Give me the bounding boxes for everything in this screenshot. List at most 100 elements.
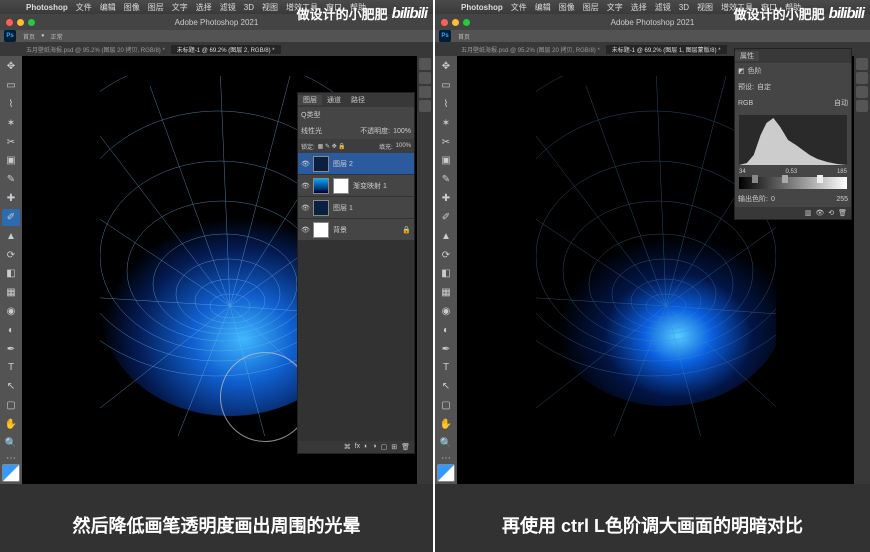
layer-item-gradmap[interactable]: 👁 渐变映射 1 xyxy=(298,175,414,197)
tab-properties[interactable]: 属性 xyxy=(735,51,759,61)
preset-value[interactable]: 自定 xyxy=(757,82,771,92)
view-icon[interactable]: 👁 xyxy=(815,209,824,217)
color-panel-icon[interactable] xyxy=(856,58,868,70)
ps-home-icon[interactable]: Ps xyxy=(439,30,451,42)
swatches-panel-icon[interactable] xyxy=(856,72,868,84)
eyedropper-tool[interactable]: ✎ xyxy=(437,171,455,189)
lasso-tool[interactable]: ⌇ xyxy=(2,96,20,114)
menu-select[interactable]: 选择 xyxy=(631,2,647,13)
gradient-tool[interactable]: ▦ xyxy=(2,284,20,302)
menu-type[interactable]: 文字 xyxy=(607,2,623,13)
adjustments-panel-icon[interactable] xyxy=(419,86,431,98)
new-layer-icon[interactable]: ⊞ xyxy=(391,443,397,451)
close-button[interactable] xyxy=(441,19,448,26)
eraser-tool[interactable]: ◧ xyxy=(437,265,455,283)
menu-select[interactable]: 选择 xyxy=(196,2,212,13)
link-icon[interactable]: ⌘ xyxy=(344,443,351,451)
brush-tool[interactable]: ✐ xyxy=(437,209,455,227)
move-tool[interactable]: ✥ xyxy=(437,58,455,76)
channel-select[interactable]: RGB xyxy=(738,100,753,107)
tab-channels[interactable]: 通道 xyxy=(322,95,346,105)
tab-paths[interactable]: 路径 xyxy=(346,95,370,105)
stamp-tool[interactable]: ▲ xyxy=(437,227,455,245)
menu-file[interactable]: 文件 xyxy=(76,2,92,13)
menu-filter[interactable]: 滤镜 xyxy=(220,2,236,13)
gradient-tool[interactable]: ▦ xyxy=(437,284,455,302)
properties-panel[interactable]: 属性 ◩ 色阶 预设: 自定 RGB 自动 34 0.53 185 xyxy=(734,48,852,220)
tab-layers[interactable]: 图层 xyxy=(298,95,322,105)
marquee-tool[interactable]: ▭ xyxy=(2,77,20,95)
menu-type[interactable]: 文字 xyxy=(172,2,188,13)
frame-tool[interactable]: ▣ xyxy=(437,152,455,170)
input-white[interactable]: 185 xyxy=(837,169,847,175)
fill-value[interactable]: 100% xyxy=(396,143,411,149)
blur-tool[interactable]: ◉ xyxy=(2,303,20,321)
blur-tool[interactable]: ◉ xyxy=(437,303,455,321)
visibility-icon[interactable]: 👁 xyxy=(301,226,309,234)
wand-tool[interactable]: ✶ xyxy=(437,114,455,132)
eraser-tool[interactable]: ◧ xyxy=(2,265,20,283)
visibility-icon[interactable]: 👁 xyxy=(301,160,309,168)
tab-1[interactable]: 五月壁纸海报.psd @ 95.2% (图层 20 拷贝, RGB/8) * xyxy=(455,45,606,54)
color-swatch[interactable] xyxy=(437,464,455,482)
color-panel-icon[interactable] xyxy=(419,58,431,70)
layers-panel-icon[interactable] xyxy=(419,100,431,112)
adjustments-panel-icon[interactable] xyxy=(856,86,868,98)
zoom-tool[interactable]: 🔍 xyxy=(437,434,455,452)
menu-filter[interactable]: 滤镜 xyxy=(655,2,671,13)
lasso-tool[interactable]: ⌇ xyxy=(437,96,455,114)
minimize-button[interactable] xyxy=(17,19,24,26)
type-tool[interactable]: T xyxy=(2,359,20,377)
input-slider[interactable] xyxy=(739,177,847,189)
brush-tool[interactable]: ✐ xyxy=(2,209,20,227)
visibility-icon[interactable]: 👁 xyxy=(301,182,309,190)
ps-home-icon[interactable]: Ps xyxy=(4,30,16,42)
menu-file[interactable]: 文件 xyxy=(511,2,527,13)
wand-tool[interactable]: ✶ xyxy=(2,114,20,132)
output-white[interactable]: 255 xyxy=(836,196,848,203)
shape-tool[interactable]: ▢ xyxy=(437,397,455,415)
pen-tool[interactable]: ✒ xyxy=(2,340,20,358)
group-icon[interactable]: ▢ xyxy=(381,443,388,451)
maximize-button[interactable] xyxy=(28,19,35,26)
gamma-handle[interactable] xyxy=(782,175,788,183)
marquee-tool[interactable]: ▭ xyxy=(437,77,455,95)
tab-2[interactable]: 未标题-1 @ 69.2% (图层 1, 图层蒙版/8) * xyxy=(606,45,727,54)
mask-icon[interactable]: ◐ xyxy=(364,443,368,451)
menu-image[interactable]: 图像 xyxy=(559,2,575,13)
layer-item-2[interactable]: 👁 图层 2 xyxy=(298,153,414,175)
pen-tool[interactable]: ✒ xyxy=(437,340,455,358)
path-tool[interactable]: ↖ xyxy=(2,378,20,396)
crop-tool[interactable]: ✂ xyxy=(437,133,455,151)
layers-panel[interactable]: 图层 通道 路径 Q类型 线性光 不透明度: 100% 锁定: ▦ ✎ ✥ 🔒 … xyxy=(297,92,415,454)
home-button[interactable]: 首页 xyxy=(458,32,470,41)
lock-icons[interactable]: ▦ ✎ ✥ 🔒 xyxy=(318,143,346,150)
reset-icon[interactable]: ⟲ xyxy=(828,209,834,217)
black-handle[interactable] xyxy=(752,175,758,183)
brush-icon[interactable]: ● xyxy=(41,33,45,39)
stamp-tool[interactable]: ▲ xyxy=(2,227,20,245)
input-black[interactable]: 34 xyxy=(739,169,746,175)
edit-toolbar[interactable]: ⋯ xyxy=(437,453,455,463)
home-button[interactable]: 首页 xyxy=(23,32,35,41)
color-swatch[interactable] xyxy=(2,464,20,482)
trash-icon[interactable]: 🗑 xyxy=(838,209,847,217)
tab-2[interactable]: 未标题-1 @ 69.2% (图层 2, RGB/8) * xyxy=(171,45,281,54)
menu-view[interactable]: 视图 xyxy=(262,2,278,13)
output-black[interactable]: 0 xyxy=(771,196,775,203)
layers-panel-icon[interactable] xyxy=(856,100,868,112)
menu-image[interactable]: 图像 xyxy=(124,2,140,13)
blend-mode[interactable]: 正常 xyxy=(51,32,63,41)
app-name[interactable]: Photoshop xyxy=(461,3,503,12)
history-brush-tool[interactable]: ⟳ xyxy=(437,246,455,264)
menu-layer[interactable]: 图层 xyxy=(583,2,599,13)
move-tool[interactable]: ✥ xyxy=(2,58,20,76)
visibility-icon[interactable]: 👁 xyxy=(301,204,309,212)
shape-tool[interactable]: ▢ xyxy=(2,397,20,415)
menu-edit[interactable]: 编辑 xyxy=(100,2,116,13)
blend-mode-select[interactable]: 线性光 xyxy=(301,126,322,136)
path-tool[interactable]: ↖ xyxy=(437,378,455,396)
close-button[interactable] xyxy=(6,19,13,26)
layer-item-bg[interactable]: 👁 背景 🔒 xyxy=(298,219,414,241)
opacity-value[interactable]: 100% xyxy=(393,128,411,135)
